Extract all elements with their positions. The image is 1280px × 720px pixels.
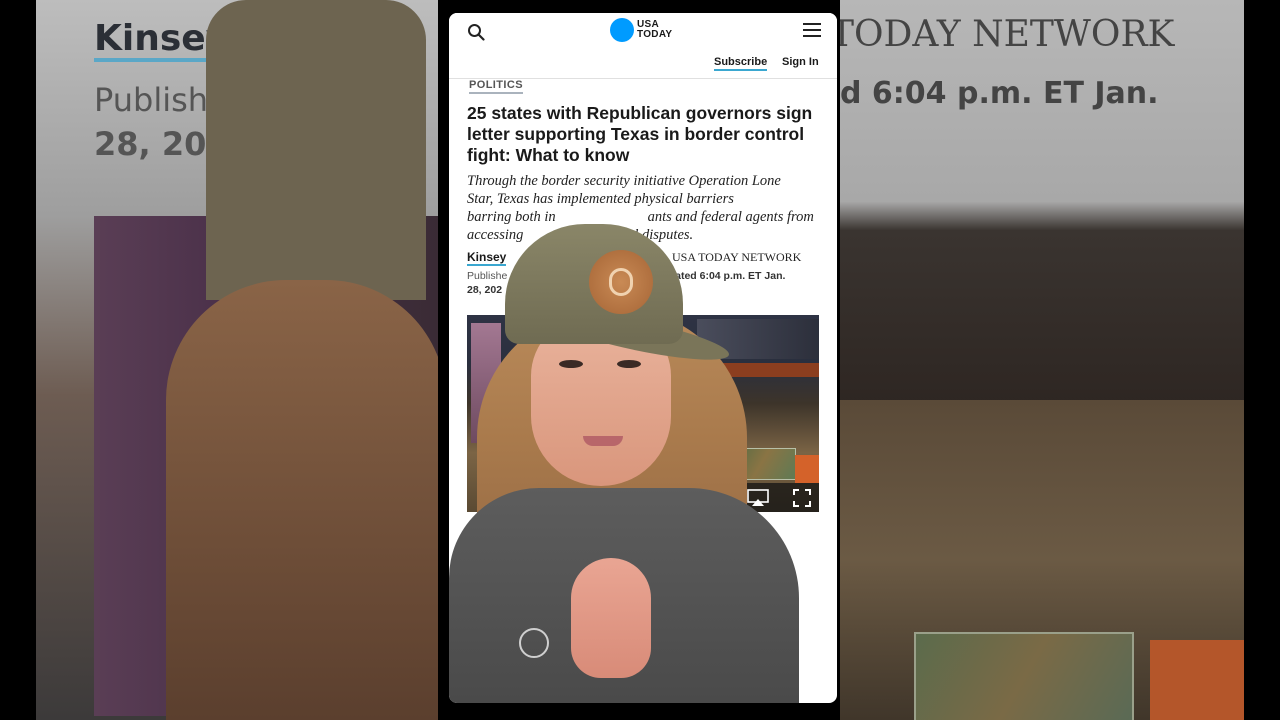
usa-today-logo[interactable]: USA TODAY — [610, 18, 672, 42]
phone-screen: USA TODAY Subscribe Sign In POLITICS 25 … — [449, 13, 837, 703]
subscribe-link[interactable]: Subscribe — [714, 56, 768, 71]
presenter-cap — [505, 224, 683, 344]
presenter-eye — [559, 360, 583, 368]
presenter-mouth — [583, 436, 623, 446]
background-updated: d 6:04 p.m. ET Jan. — [840, 76, 1159, 111]
article-headline: 25 states with Republican governors sign… — [467, 103, 813, 165]
background-network: TODAY NETWORK — [840, 14, 1175, 55]
search-icon[interactable] — [467, 23, 485, 41]
cap-patch — [589, 250, 653, 314]
logo-dot-icon — [610, 18, 634, 42]
presenter-hands — [571, 558, 651, 678]
presenter-eye — [617, 360, 641, 368]
background-author-underline — [94, 58, 222, 62]
background-right: TODAY NETWORK d 6:04 p.m. ET Jan. — [840, 0, 1244, 720]
presenter-overlay — [449, 208, 837, 703]
section-label[interactable]: POLITICS — [469, 79, 523, 94]
background-orange-fence — [1150, 640, 1244, 720]
site-header: USA TODAY Subscribe Sign In — [449, 13, 837, 79]
logo-line-2: TODAY — [637, 29, 673, 40]
patch-logo-icon — [609, 268, 633, 296]
background-cap — [206, 0, 426, 300]
background-presenter — [166, 280, 438, 720]
menu-icon[interactable] — [803, 23, 821, 37]
signin-link[interactable]: Sign In — [782, 56, 819, 68]
background-left: Kinsey Publishe 28, 202 — [36, 0, 438, 720]
background-map-inset — [914, 632, 1134, 720]
dek-line: Star, Texas has implemented physical bar… — [467, 191, 734, 207]
dek-line: Through the border security initiative O… — [467, 173, 781, 189]
chest-logo-icon — [519, 628, 549, 658]
